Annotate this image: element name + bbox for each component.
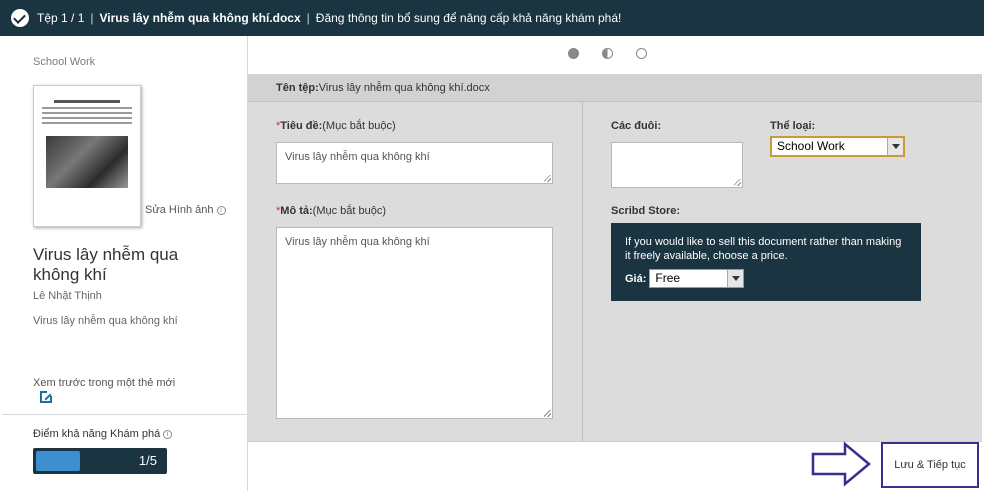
file-name-bar: Tên tệp:Virus lây nhễm qua không khí.doc… [248, 74, 982, 102]
document-thumbnail[interactable] [33, 85, 141, 227]
resize-handle[interactable] [544, 175, 551, 182]
tags-field-label: Các đuôi: [611, 120, 662, 132]
title-field-label: *Tiêu đề:(Mục bắt buộc) [276, 120, 396, 132]
price-label: Giá: [625, 272, 647, 285]
edit-image-link[interactable]: Sửa Hình ảnh i [145, 204, 226, 216]
arrow-right-icon [811, 441, 871, 487]
score-label: Điểm khả năng Khám phá i [33, 428, 173, 440]
metadata-editor: Tên tệp:Virus lây nhễm qua không khí.doc… [248, 36, 984, 491]
score-progress-fill [36, 451, 80, 471]
category-label: School Work [33, 56, 96, 68]
category-field-label: Thể loại: [770, 120, 816, 132]
document-description: Virus lây nhễm qua không khí [33, 315, 178, 327]
step-dots [568, 48, 647, 59]
step-indicator: Tệp 1 / 1 [37, 11, 85, 25]
column-divider [582, 102, 583, 441]
thumbnail-title-line [54, 100, 120, 103]
save-and-continue-button[interactable]: Lưu & Tiếp tục [881, 442, 979, 488]
topbar-file-name: Virus lây nhễm qua không khí.docx [99, 11, 301, 25]
top-status-bar: Tệp 1 / 1 | Virus lây nhễm qua không khí… [0, 0, 984, 36]
resize-handle[interactable] [734, 179, 741, 186]
separator: | [90, 11, 94, 25]
step-dot-2[interactable] [602, 48, 613, 59]
score-text: 1/5 [138, 453, 157, 468]
price-row: Giá: Free [625, 269, 745, 288]
store-description: If you would like to sell this document … [625, 236, 902, 262]
chevron-down-icon[interactable] [727, 270, 744, 287]
document-summary-panel: School Work Sửa Hình ảnh i Virus lây nhễ… [2, 36, 248, 491]
step-dot-3[interactable] [636, 48, 647, 59]
description-input[interactable]: Virus lây nhễm qua không khí [276, 227, 553, 419]
store-field-label: Scribd Store: [611, 205, 681, 217]
step-dot-1[interactable] [568, 48, 579, 59]
info-icon[interactable]: i [216, 205, 226, 215]
chevron-down-icon[interactable] [887, 138, 903, 155]
tags-input[interactable] [611, 142, 743, 188]
resize-handle[interactable] [544, 410, 551, 417]
score-progress-bar: 1/5 [33, 448, 167, 474]
discoverability-score: Điểm khả năng Khám phá i 1/5 [2, 414, 248, 491]
preview-new-tab-link[interactable]: Xem trước trong một thẻ mới [33, 377, 175, 389]
description-field-label: *Mô tả:(Mục bắt buộc) [276, 205, 387, 217]
document-title: Virus lây nhễm qua không khí [33, 245, 179, 284]
check-circle-icon [11, 9, 29, 27]
price-select[interactable]: Free [649, 269, 745, 288]
thumbnail-photo [46, 136, 128, 188]
store-panel: If you would like to sell this document … [611, 223, 921, 301]
title-input[interactable]: Virus lây nhễm qua không khí [276, 142, 553, 184]
metadata-form: *Tiêu đề:(Mục bắt buộc) Virus lây nhễm q… [248, 102, 982, 441]
external-link-icon[interactable] [40, 390, 53, 403]
info-icon[interactable]: i [163, 429, 173, 439]
topbar-message: Đăng thông tin bổ sung để nâng cấp khả n… [315, 11, 622, 25]
separator: | [306, 11, 310, 25]
document-author: Lê Nhật Thịnh [33, 290, 102, 302]
category-select[interactable]: School Work [770, 136, 905, 157]
